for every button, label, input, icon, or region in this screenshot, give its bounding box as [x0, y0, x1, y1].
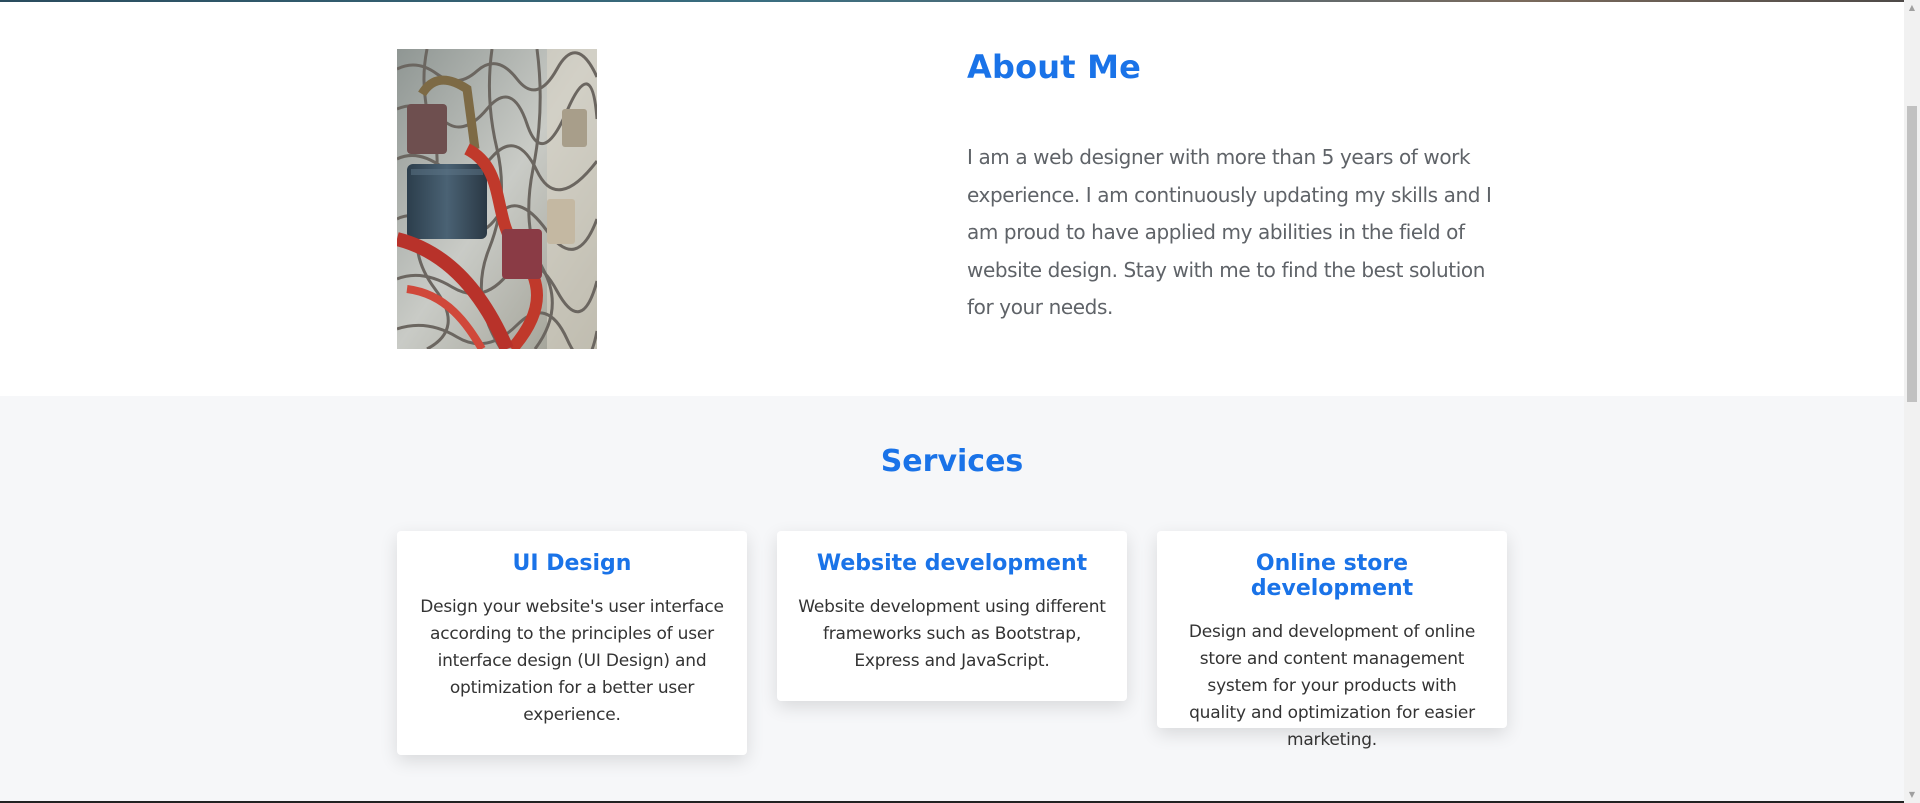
service-card-title: Website development [816, 551, 1088, 576]
page-scrollbar[interactable]: ▲ ▼ [1904, 0, 1920, 803]
service-card-text: Design your website's user interface acc… [420, 597, 724, 725]
about-photo [397, 49, 597, 349]
service-card-text: Website development using different fram… [798, 597, 1106, 671]
service-card-ui-design: UI Design Design your website's user int… [397, 531, 747, 755]
service-card-title: Online store development [1250, 551, 1414, 601]
services-section: Services UI Design Design your website's… [0, 396, 1904, 803]
service-card-title: UI Design [512, 551, 632, 576]
service-card-text: Design and development of online store a… [1188, 622, 1476, 750]
page: About Me I am a web designer with more t… [0, 0, 1920, 803]
about-description: I am a web designer with more than 5 yea… [967, 145, 1492, 319]
scrollbar-thumb[interactable] [1907, 106, 1917, 402]
scroll-up-arrow-icon[interactable]: ▲ [1904, 0, 1920, 16]
about-section: About Me I am a web designer with more t… [0, 2, 1904, 396]
service-card-online-store-development: Online store development Design and deve… [1157, 531, 1507, 750]
scroll-down-arrow-icon[interactable]: ▼ [1904, 787, 1920, 803]
about-title: About Me [967, 48, 1142, 86]
services-title: Services [880, 444, 1024, 479]
service-card-website-development: Website development Website development … [777, 531, 1127, 701]
